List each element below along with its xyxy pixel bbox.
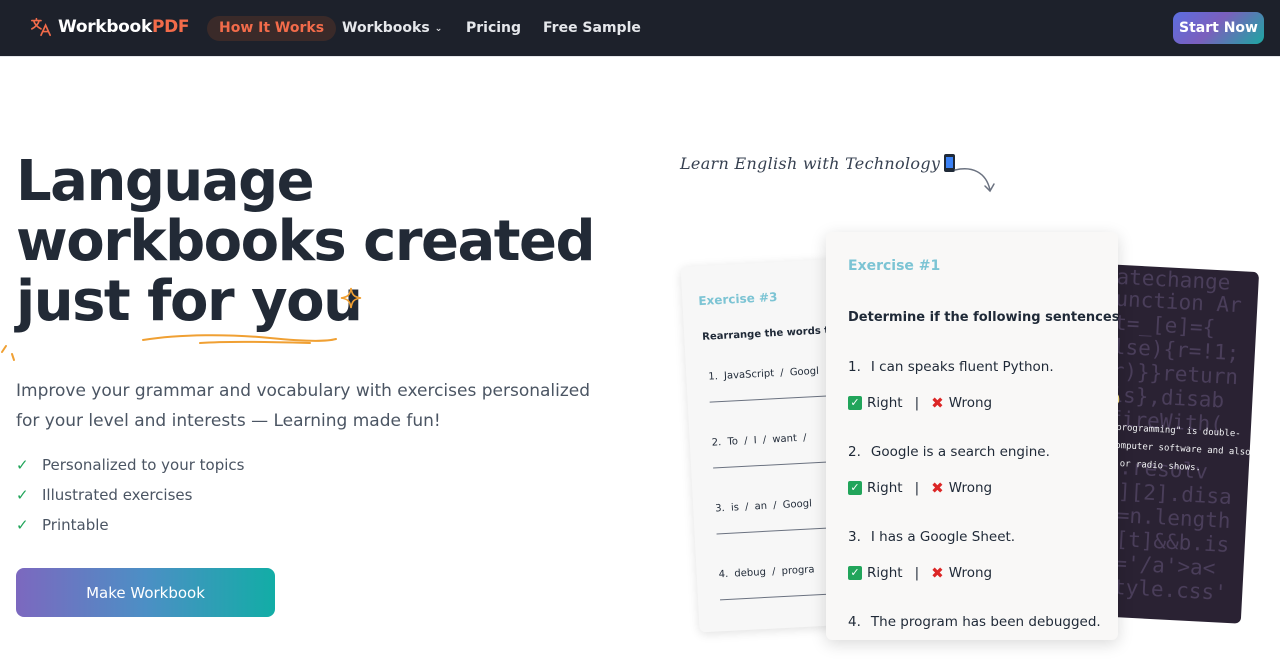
nav-pricing[interactable]: Pricing — [466, 16, 521, 41]
curved-arrow-icon — [954, 168, 995, 193]
answer-line — [719, 593, 840, 601]
start-now-button[interactable]: Start Now — [1173, 12, 1264, 44]
nav-workbooks-label: Workbooks — [342, 20, 430, 36]
hero-title: Language workbooks created just for you — [16, 152, 616, 332]
question-number: 1. — [848, 359, 861, 375]
exercise-item: 3. is / an / Googl — [714, 498, 813, 515]
exercise-question: 4. The program has been debugged. — [848, 614, 1101, 630]
right-label: Right — [867, 395, 903, 411]
check-icon: ✓ — [16, 486, 29, 504]
answer-options: ✓ Right | ✖ Wrong — [848, 564, 992, 582]
wrong-label: Wrong — [948, 565, 993, 581]
exercise-instruction: Determine if the following sentences are… — [848, 310, 1118, 325]
top-navbar: WorkbookPDF How It Works Workbooks ⌄ Pric… — [0, 0, 1280, 56]
check-icon: ✓ — [16, 516, 29, 534]
feature-label: Illustrated exercises — [42, 486, 193, 504]
question-number: 2. — [848, 444, 861, 460]
answer-line — [709, 395, 830, 403]
answer-line — [713, 461, 833, 469]
nav-free-sample[interactable]: Free Sample — [543, 16, 641, 41]
right-label: Right — [867, 480, 903, 496]
chevron-down-icon: ⌄ — [434, 24, 443, 34]
exercise-item: 1. JavaScript / Googl — [708, 365, 820, 383]
separator: | — [914, 395, 920, 411]
handwritten-caption: Learn English with Technology — [680, 154, 956, 173]
cross-icon: ✖ — [931, 479, 944, 497]
make-workbook-button[interactable]: Make Workbook — [16, 568, 275, 617]
answer-line — [716, 527, 837, 535]
question-number: 4. — [848, 614, 861, 630]
exercise-instruction: Rearrange the words to — [701, 324, 837, 343]
translate-icon — [31, 17, 51, 37]
exercise-question: 3. I has a Google Sheet. — [848, 529, 1015, 545]
check-box-icon: ✓ — [848, 396, 862, 410]
nav-workbooks[interactable]: Workbooks ⌄ — [342, 16, 442, 41]
question-text: I has a Google Sheet. — [870, 529, 1016, 545]
wrong-label: Wrong — [948, 480, 993, 496]
logo[interactable]: WorkbookPDF — [30, 16, 190, 38]
exercise-question: 2. Google is a search engine. — [848, 444, 1050, 460]
question-number: 3. — [848, 529, 861, 545]
handwritten-caption-text: Learn English with Technology — [680, 154, 941, 173]
underline-squiggle — [142, 334, 337, 344]
exercise-question: 1. I can speaks fluent Python. — [848, 359, 1054, 375]
exercise-item: 2. To / I / want / — [711, 432, 807, 449]
feature-list: ✓ Personalized to your topics ✓ Illustrate… — [16, 450, 244, 540]
sparkle-icon — [340, 287, 362, 309]
exercise-title: Exercise #3 — [697, 289, 778, 309]
feature-item: ✓ Personalized to your topics — [16, 450, 244, 480]
logo-text: WorkbookPDF — [58, 17, 190, 37]
check-box-icon: ✓ — [848, 481, 862, 495]
feature-item: ✓ Printable — [16, 510, 244, 540]
separator: | — [914, 565, 920, 581]
question-text: The program has been debugged. — [870, 614, 1101, 630]
cross-icon: ✖ — [931, 394, 944, 412]
check-icon: ✓ — [16, 456, 29, 474]
exercise-item: 4. debug / progra — [718, 564, 815, 581]
hero-title-line: Language — [16, 149, 315, 214]
answer-options: ✓ Right | ✖ Wrong — [848, 394, 992, 412]
exercise-title: Exercise #1 — [848, 258, 941, 274]
feature-item: ✓ Illustrated exercises — [16, 480, 244, 510]
wrong-label: Wrong — [948, 395, 993, 411]
right-label: Right — [867, 565, 903, 581]
question-text: I can speaks fluent Python. — [870, 359, 1054, 375]
nav-divider — [0, 56, 1280, 57]
hero-subtitle: Improve your grammar and vocabulary with… — [16, 381, 591, 431]
question-text: Google is a search engine. — [870, 444, 1050, 460]
decor-ticks — [1, 345, 15, 361]
answer-options: ✓ Right | ✖ Wrong — [848, 479, 992, 497]
hero-title-line: just for you — [16, 269, 363, 334]
nav-how-it-works[interactable]: How It Works — [207, 16, 337, 41]
separator: | — [914, 480, 920, 496]
exercise-card-1: Exercise #1 Determine if the following s… — [826, 232, 1118, 640]
feature-label: Printable — [42, 516, 109, 534]
hero-title-line: workbooks created — [16, 209, 596, 274]
cross-icon: ✖ — [931, 564, 944, 582]
feature-label: Personalized to your topics — [42, 456, 245, 474]
check-box-icon: ✓ — [848, 566, 862, 580]
